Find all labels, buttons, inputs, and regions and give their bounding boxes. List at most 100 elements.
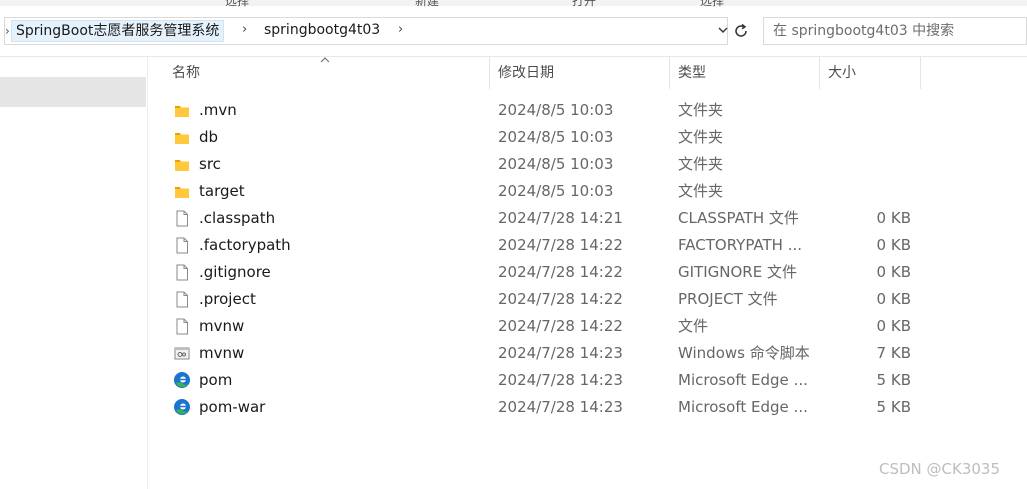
file-date: 2024/7/28 14:22 bbox=[498, 236, 623, 254]
file-icon bbox=[174, 237, 190, 254]
chevron-down-icon[interactable] bbox=[717, 24, 729, 40]
chevron-right-icon[interactable]: › bbox=[5, 24, 10, 38]
file-date: 2024/7/28 14:23 bbox=[498, 371, 623, 389]
file-row[interactable]: mvnw 2024/7/28 14:22 文件 0 KB bbox=[148, 313, 1027, 340]
file-date: 2024/8/5 10:03 bbox=[498, 182, 614, 200]
file-size: 0 KB bbox=[876, 263, 911, 281]
file-size: 0 KB bbox=[876, 290, 911, 308]
file-date: 2024/7/28 14:22 bbox=[498, 263, 623, 281]
column-header: 名称 修改日期 类型 大小 bbox=[148, 57, 1027, 91]
file-row[interactable]: .factorypath 2024/7/28 14:22 FACTORYPATH .… bbox=[148, 232, 1027, 259]
toolbar-open-label[interactable]: 打开 bbox=[572, 0, 596, 9]
file-date: 2024/7/28 14:22 bbox=[498, 290, 623, 308]
file-row[interactable]: pom 2024/7/28 14:23 Microsoft Edge ... 5 KB bbox=[148, 367, 1027, 394]
edge-icon bbox=[173, 371, 190, 388]
file-icon bbox=[174, 291, 190, 308]
folder-icon bbox=[174, 129, 190, 146]
file-size: 5 KB bbox=[876, 371, 911, 389]
file-size bbox=[848, 124, 911, 151]
file-size bbox=[848, 178, 911, 205]
file-row[interactable]: src 2024/8/5 10:03 文件夹 bbox=[148, 151, 1027, 178]
file-row[interactable]: db 2024/8/5 10:03 文件夹 bbox=[148, 124, 1027, 151]
column-divider[interactable] bbox=[669, 57, 670, 89]
column-header-name[interactable]: 名称 bbox=[172, 57, 200, 91]
file-size: 0 KB bbox=[876, 236, 911, 254]
file-type: PROJECT 文件 bbox=[678, 290, 778, 308]
file-icon bbox=[174, 318, 190, 335]
file-type: FACTORYPATH ... bbox=[678, 236, 803, 254]
file-date: 2024/7/28 14:23 bbox=[498, 398, 623, 416]
file-date: 2024/7/28 14:23 bbox=[498, 344, 623, 362]
file-date: 2024/8/5 10:03 bbox=[498, 155, 614, 173]
file-name: mvnw bbox=[199, 344, 245, 362]
file-row[interactable]: .mvn 2024/8/5 10:03 文件夹 bbox=[148, 97, 1027, 124]
file-size: 7 KB bbox=[876, 344, 911, 362]
search-input[interactable]: 在 springbootg4t03 中搜索 bbox=[763, 17, 1027, 45]
toolbar-select2-label[interactable]: 选择 bbox=[700, 0, 724, 9]
file-size: 5 KB bbox=[876, 398, 911, 416]
refresh-button[interactable] bbox=[730, 17, 752, 45]
file-name: src bbox=[199, 155, 221, 173]
file-type: GITIGNORE 文件 bbox=[678, 263, 797, 281]
file-date: 2024/8/5 10:03 bbox=[498, 128, 614, 146]
file-type: 文件夹 bbox=[678, 182, 724, 200]
watermark: CSDN @CK3035 bbox=[879, 460, 1001, 478]
nav-item-selected[interactable] bbox=[0, 77, 146, 107]
file-type: Microsoft Edge ... bbox=[678, 371, 808, 389]
chevron-right-icon[interactable]: › bbox=[242, 22, 247, 37]
folder-icon bbox=[174, 102, 190, 119]
toolbar-strip: 选择 新建 打开 选择 bbox=[0, 0, 1027, 9]
file-name: mvnw bbox=[199, 317, 245, 335]
file-name: pom-war bbox=[199, 398, 266, 416]
file-size: 0 KB bbox=[876, 209, 911, 227]
file-row[interactable]: mvnw 2024/7/28 14:23 Windows 命令脚本 7 KB bbox=[148, 340, 1027, 367]
file-name: .factorypath bbox=[199, 236, 291, 254]
file-name: .project bbox=[199, 290, 256, 308]
column-divider[interactable] bbox=[819, 57, 820, 89]
file-row[interactable]: pom-war 2024/7/28 14:23 Microsoft Edge ...… bbox=[148, 394, 1027, 421]
file-type: 文件夹 bbox=[678, 155, 724, 173]
file-type: CLASSPATH 文件 bbox=[678, 209, 799, 227]
file-name: db bbox=[199, 128, 219, 146]
toolbar-new-label[interactable]: 新建 bbox=[415, 0, 439, 9]
file-type: Windows 命令脚本 bbox=[678, 344, 810, 362]
toolbar-select-label[interactable]: 选择 bbox=[225, 0, 249, 9]
file-name: .mvn bbox=[199, 101, 237, 119]
file-name: .gitignore bbox=[199, 263, 271, 281]
column-header-type[interactable]: 类型 bbox=[678, 57, 706, 91]
file-icon bbox=[174, 210, 190, 227]
navigation-pane[interactable] bbox=[0, 57, 148, 489]
file-row[interactable]: .classpath 2024/7/28 14:21 CLASSPATH 文件 0 K… bbox=[148, 205, 1027, 232]
refresh-icon bbox=[735, 23, 747, 37]
file-type: 文件夹 bbox=[678, 101, 724, 119]
file-date: 2024/8/5 10:03 bbox=[498, 101, 614, 119]
address-bar: › SpringBoot志愿者服务管理系统 › springbootg4t03 … bbox=[0, 14, 1027, 50]
edge-icon bbox=[173, 398, 190, 415]
file-date: 2024/7/28 14:21 bbox=[498, 209, 623, 227]
folder-icon bbox=[174, 183, 190, 200]
column-header-size[interactable]: 大小 bbox=[828, 57, 856, 91]
file-name: target bbox=[199, 182, 245, 200]
column-header-date[interactable]: 修改日期 bbox=[498, 57, 554, 91]
sort-ascending-icon bbox=[320, 53, 330, 66]
folder-icon bbox=[174, 156, 190, 173]
file-row[interactable]: target 2024/8/5 10:03 文件夹 bbox=[148, 178, 1027, 205]
breadcrumb-item-project[interactable]: SpringBoot志愿者服务管理系统 bbox=[11, 20, 225, 42]
column-divider[interactable] bbox=[489, 57, 490, 89]
file-type: 文件 bbox=[678, 317, 709, 335]
file-name: pom bbox=[199, 371, 233, 389]
breadcrumb[interactable]: › SpringBoot志愿者服务管理系统 › springbootg4t03 … bbox=[4, 17, 728, 45]
file-row[interactable]: .project 2024/7/28 14:22 PROJECT 文件 0 KB bbox=[148, 286, 1027, 313]
file-size bbox=[848, 97, 911, 124]
file-type: 文件夹 bbox=[678, 128, 724, 146]
file-type: Microsoft Edge ... bbox=[678, 398, 808, 416]
breadcrumb-item-folder[interactable]: springbootg4t03 bbox=[260, 20, 384, 42]
file-size: 0 KB bbox=[876, 317, 911, 335]
chevron-right-icon[interactable]: › bbox=[398, 22, 403, 37]
file-date: 2024/7/28 14:22 bbox=[498, 317, 623, 335]
file-icon bbox=[174, 264, 190, 281]
file-size bbox=[848, 151, 911, 178]
column-divider[interactable] bbox=[920, 57, 921, 89]
file-row[interactable]: .gitignore 2024/7/28 14:22 GITIGNORE 文件 0 K… bbox=[148, 259, 1027, 286]
file-name: .classpath bbox=[199, 209, 276, 227]
